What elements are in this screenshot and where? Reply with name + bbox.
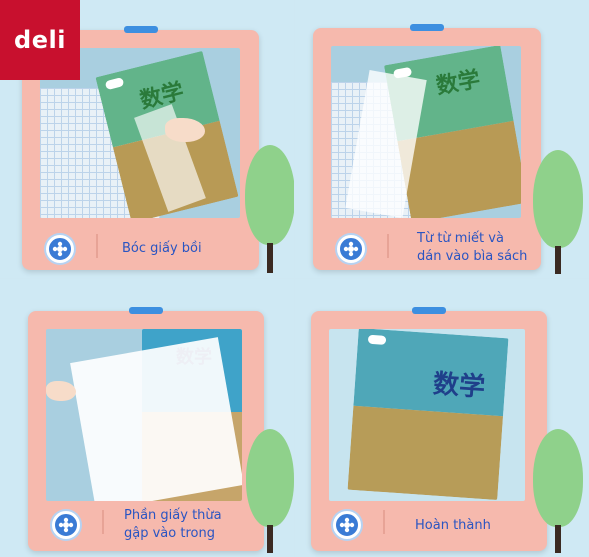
tree-image: [246, 429, 294, 555]
flower-knob-icon: [333, 511, 361, 539]
book-title: 数学: [432, 369, 487, 403]
frame-clip-icon: [410, 24, 444, 31]
step-4-panel: 数学 Hoàn thành: [295, 279, 589, 557]
caption-line: gập vào trong: [124, 526, 215, 541]
divider: [383, 510, 385, 534]
tree-image: [533, 429, 583, 555]
frame-clip-icon: [412, 307, 446, 314]
frame-clip-icon: [123, 26, 158, 33]
caption-line: dán vào bìa sách: [417, 249, 528, 264]
step-3-caption: Phần giấy thừa gập vào trong: [124, 507, 222, 543]
step-4-photo: 数学: [329, 329, 525, 501]
divider: [96, 234, 98, 258]
flower-knob-icon: [337, 235, 365, 263]
caption-line: Phần giấy thừa: [124, 508, 222, 523]
step-3-panel: 数学 Phần giấy thừa gập vào trong: [0, 279, 294, 557]
step-1-caption: Bóc giấy bồi: [122, 240, 202, 258]
divider: [102, 510, 104, 534]
step-2-panel: 数学 Từ từ miết và dán vào bìa sách: [295, 0, 589, 278]
hand-image: [46, 381, 76, 401]
frame-clip-icon: [129, 307, 163, 314]
deli-logo: deli: [0, 0, 80, 80]
hand-image: [165, 118, 205, 142]
flower-knob-icon: [52, 511, 80, 539]
step-2-frame: 数学 Từ từ miết và dán vào bìa sách: [313, 24, 541, 270]
step-4-frame: 数学 Hoàn thành: [311, 307, 547, 551]
step-3-frame: 数学 Phần giấy thừa gập vào trong: [28, 307, 264, 551]
caption-line: Hoàn thành: [415, 518, 491, 533]
textbook-image: 数学: [347, 329, 509, 501]
step-4-caption: Hoàn thành: [415, 517, 491, 535]
tree-image: [533, 150, 583, 275]
step-2-caption: Từ từ miết và dán vào bìa sách: [417, 230, 527, 266]
caption-line: Từ từ miết và: [417, 231, 504, 246]
caption-line: Bóc giấy bồi: [122, 241, 202, 256]
tree-image: [245, 145, 294, 275]
flower-knob-icon: [46, 235, 74, 263]
step-2-photo: 数学: [331, 46, 521, 218]
divider: [387, 234, 389, 258]
logo-text: deli: [14, 26, 66, 54]
step-3-photo: 数学: [46, 329, 242, 501]
